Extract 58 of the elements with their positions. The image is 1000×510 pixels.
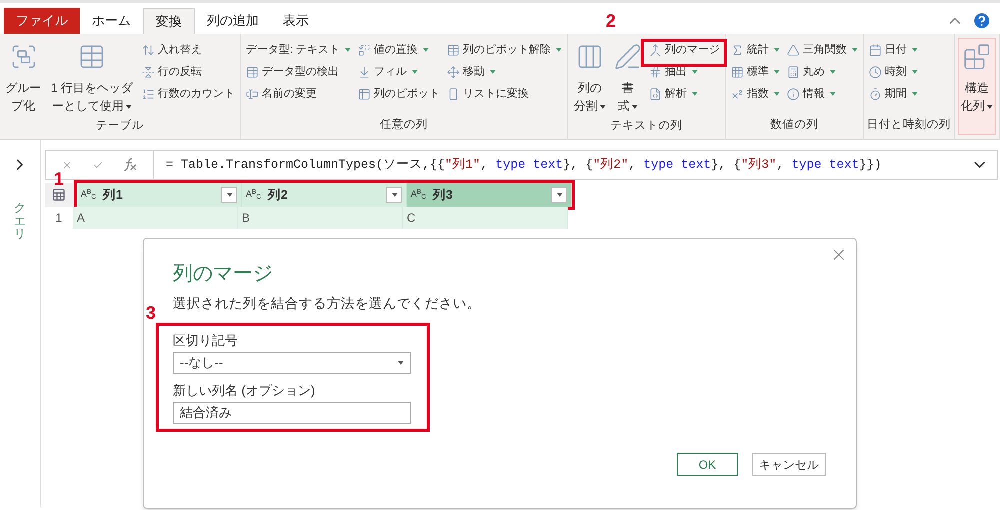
field-label: 新しい列名 (オプション) [173,382,316,399]
dialog-button[interactable]: OK [677,453,738,476]
column-name-field[interactable]: 結合済み [173,402,411,424]
table-cell: C [403,207,568,229]
ribbon-tab[interactable]: ホーム [80,8,143,34]
ribbon-tab[interactable]: 変換 [143,8,195,34]
ribbon-button[interactable]: 丸め [787,61,858,83]
separator-dropdown[interactable]: --なし-- [173,352,411,374]
annotation-number: 1 [54,168,64,191]
group-label: テキストの列 [610,118,684,134]
ribbon-button[interactable]: 統計 [731,39,780,61]
ribbon-button[interactable]: データ型の検出 [246,61,352,83]
ribbon-button[interactable]: 期間 [869,83,918,105]
dialog-button[interactable]: キャンセル [752,453,826,476]
ribbon-button[interactable]: 行数のカウント [142,83,235,105]
group-label: 日付と時刻の列 [867,117,952,133]
dialog-description: 選択された列を結合する方法を選んでください。 [173,295,482,313]
group-label: 数値の列 [770,118,820,133]
ribbon-tab[interactable]: 表示 [271,8,321,34]
ribbon-button[interactable]: 列のピボット [358,83,440,105]
ribbon-button[interactable]: 構造化列 [960,39,994,115]
ribbon-button[interactable]: 三角関数 [787,39,858,61]
ribbon-button[interactable]: フィル [358,61,440,83]
ribbon-button[interactable]: 解析 [649,83,720,105]
ribbon-button[interactable]: 1 行目をヘッダーとして使用 [49,39,135,115]
ribbon-button[interactable]: 値の置換 [358,39,440,61]
table-cell: B [238,207,403,229]
ribbon-button[interactable]: 指数 [731,83,780,105]
column-name: 列1 [103,186,124,204]
ribbon-button[interactable]: 行の反転 [142,61,235,83]
row-number: 1 [54,210,64,227]
column-name: 列3 [433,186,454,204]
annotation-number: 3 [146,302,156,325]
ribbon-button[interactable]: 情報 [787,83,858,105]
column-name: 列2 [268,186,289,204]
ribbon-button[interactable]: 名前の変更 [246,83,352,105]
ribbon-button[interactable]: 日付 [869,39,918,61]
ribbon-button[interactable]: 抽出 [649,61,720,83]
ribbon-button[interactable]: 時刻 [869,61,918,83]
field-label: 区切り記号 [173,332,239,349]
ribbon-button[interactable]: 列のピボット解除 [447,39,562,61]
group-label: 任意の列 [379,118,430,133]
ribbon-button[interactable]: グループ化 [5,39,42,115]
queries-pane-label: クエリ [14,202,26,242]
ribbon-button[interactable]: 列の分割 [573,39,608,115]
ribbon-button[interactable]: データ型: テキスト [246,39,352,61]
ribbon-tab[interactable]: ファイル [4,8,80,34]
annotation-number: 2 [606,10,616,33]
ribbon-button[interactable]: 列のマージ [649,39,720,61]
ribbon-button[interactable]: 入れ替え [142,39,235,61]
ribbon-button[interactable]: リストに変換 [447,83,562,105]
ribbon-button[interactable]: 移動 [447,61,562,83]
ribbon-button[interactable]: 書式 [614,39,642,115]
ribbon-button[interactable]: 標準 [731,61,780,83]
table-cell: A [73,207,238,229]
ribbon-tab[interactable]: 列の追加 [195,8,271,34]
group-label: テーブル [95,118,145,134]
dialog-title: 列のマージ [173,262,274,287]
